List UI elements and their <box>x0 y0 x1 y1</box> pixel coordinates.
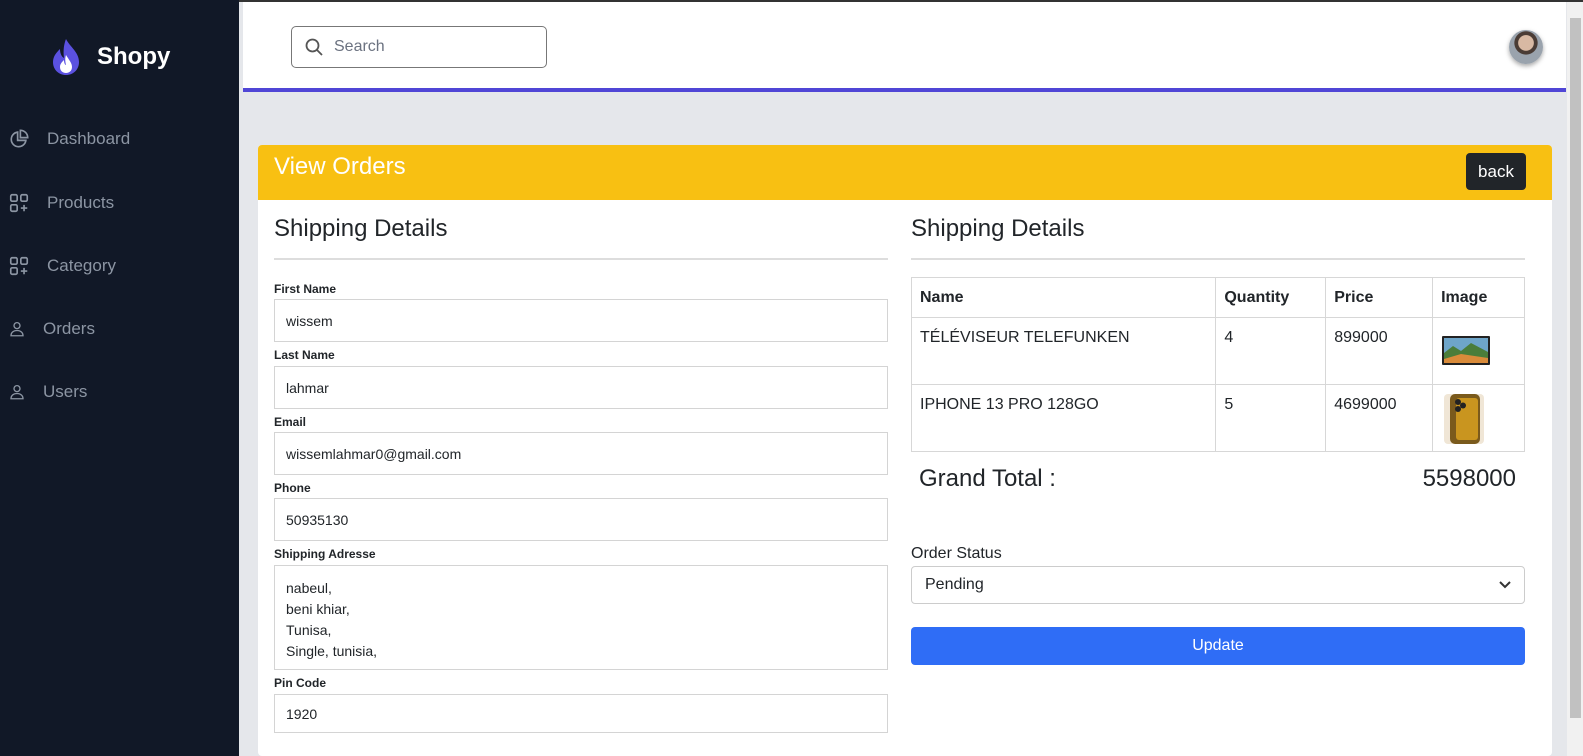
user-icon <box>10 321 24 337</box>
shipping-address-label: Shipping Adresse <box>274 547 376 561</box>
last-name-field[interactable]: lahmar <box>274 366 888 409</box>
last-name-label: Last Name <box>274 348 335 362</box>
update-button[interactable]: Update <box>911 627 1525 665</box>
sidebar-item-users[interactable]: Users <box>8 382 87 402</box>
sidebar-item-label: Products <box>47 193 115 212</box>
product-name: IPHONE 13 PRO 128GO <box>910 384 1217 452</box>
column-header-quantity: Quantity <box>1215 277 1327 318</box>
search-icon <box>305 38 323 56</box>
sidebar-item-dashboard[interactable]: Dashboard <box>8 128 130 150</box>
squares-plus-icon <box>9 256 29 276</box>
divider <box>911 258 1525 260</box>
table-header-row: Name Quantity Price Image <box>910 277 1525 318</box>
table-row: IPHONE 13 PRO 128GO 5 4699000 <box>910 384 1525 452</box>
address-line: nabeul, <box>286 580 332 596</box>
view-orders-card: View Orders back Shipping Details First … <box>258 145 1552 756</box>
top-header <box>243 2 1566 92</box>
product-name: TÉLÉVISEUR TELEFUNKEN <box>910 317 1217 385</box>
squares-plus-icon <box>9 193 29 213</box>
email-field[interactable]: wissemlahmar0@gmail.com <box>274 432 888 475</box>
avatar[interactable] <box>1509 30 1543 64</box>
address-line: Tunisa, <box>286 622 332 638</box>
first-name-field[interactable]: wissem <box>274 299 888 342</box>
iphone-thumbnail <box>1444 394 1485 444</box>
sidebar: Shopy Dashboard Products Category Orders… <box>0 0 239 756</box>
pin-code-label: Pin Code <box>274 676 327 690</box>
card-header: View Orders back <box>258 145 1552 200</box>
brand-name: Shopy <box>97 43 171 70</box>
order-items-table: Name Quantity Price Image TÉLÉVISEUR TEL… <box>910 277 1525 452</box>
shipping-details-title: Shipping Details <box>274 215 448 242</box>
email-label: Email <box>274 415 307 429</box>
address-line: beni khiar, <box>286 601 350 617</box>
product-quantity: 5 <box>1215 384 1327 452</box>
address-line: Single, tunisia, <box>286 643 378 659</box>
sidebar-item-category[interactable]: Category <box>8 255 116 277</box>
column-header-name: Name <box>910 277 1217 318</box>
grand-total-value: 5598000 <box>1422 465 1516 492</box>
phone-field[interactable]: 50935130 <box>274 498 888 541</box>
brand[interactable]: Shopy <box>50 38 170 76</box>
chart-pie-icon <box>10 129 29 148</box>
search-input[interactable] <box>334 38 534 56</box>
sidebar-item-label: Dashboard <box>47 129 131 148</box>
tv-thumbnail <box>1442 336 1491 365</box>
sidebar-item-label: Category <box>47 256 116 275</box>
order-status-value: Pending <box>925 576 984 593</box>
grand-total-label: Grand Total : <box>919 465 1056 492</box>
divider <box>274 258 888 260</box>
sidebar-item-label: Users <box>43 382 88 401</box>
sidebar-item-products[interactable]: Products <box>8 192 114 214</box>
column-header-price: Price <box>1325 277 1434 318</box>
sidebar-item-orders[interactable]: Orders <box>8 319 95 339</box>
shipping-address-field[interactable]: nabeul, beni khiar, Tunisa, Single, tuni… <box>274 565 888 670</box>
page-title: View Orders <box>274 153 406 180</box>
product-image-cell <box>1432 384 1525 452</box>
column-header-image: Image <box>1432 277 1525 318</box>
sidebar-item-label: Orders <box>43 319 95 338</box>
scrollbar-thumb[interactable] <box>1570 18 1581 718</box>
chevron-down-icon <box>1499 581 1511 589</box>
product-price: 899000 <box>1325 317 1434 385</box>
user-icon <box>10 384 24 400</box>
search-box[interactable] <box>291 26 547 68</box>
order-details-title: Shipping Details <box>911 215 1085 242</box>
phone-label: Phone <box>274 481 311 495</box>
order-status-select[interactable]: Pending <box>911 566 1525 604</box>
pin-code-field[interactable]: 1920 <box>274 694 888 733</box>
flame-logo-icon <box>53 39 79 75</box>
table-row: TÉLÉVISEUR TELEFUNKEN 4 899000 <box>910 317 1525 385</box>
order-status-label: Order Status <box>911 545 1002 562</box>
product-price: 4699000 <box>1325 384 1434 452</box>
first-name-label: First Name <box>274 282 337 296</box>
product-image-cell <box>1432 317 1525 385</box>
back-button[interactable]: back <box>1466 153 1526 190</box>
product-quantity: 4 <box>1215 317 1327 385</box>
